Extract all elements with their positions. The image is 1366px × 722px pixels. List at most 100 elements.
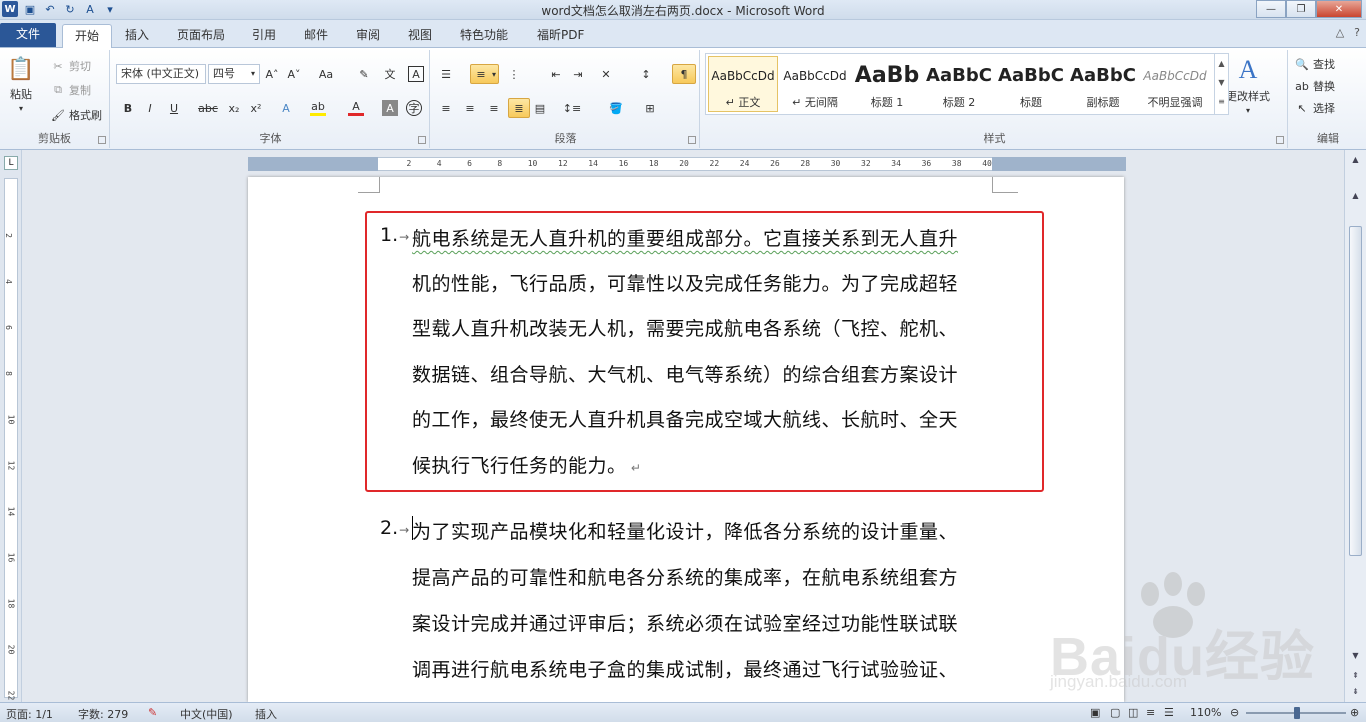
scroll-up-arrow-icon[interactable]: ▲ — [1349, 190, 1362, 203]
tab-review[interactable]: 审阅 — [344, 24, 392, 48]
bullets-button[interactable]: ☰ — [438, 66, 454, 82]
vertical-scrollbar[interactable]: ▲ ▲ ▼ ⇞ ⇟ — [1344, 150, 1366, 702]
select-button[interactable]: ↖ 选择 — [1294, 100, 1335, 116]
minimize-button[interactable]: — — [1256, 0, 1286, 18]
paste-button[interactable]: 📋 粘贴 ▾ — [6, 54, 36, 114]
tab-file[interactable]: 文件 — [0, 23, 56, 47]
vruler-tick-label: 12 — [6, 460, 16, 471]
format-painter-button[interactable]: 🖌 格式刷 — [50, 107, 102, 123]
minimize-ribbon-icon[interactable]: △ — [1336, 26, 1344, 39]
grow-font-button[interactable]: A˄ — [264, 66, 280, 82]
style-normal[interactable]: AaBbCcDd ↵ 正文 — [708, 62, 778, 112]
gallery-scroll[interactable]: ▲ ▼ ≡ — [1214, 54, 1228, 114]
replace-button[interactable]: ab 替换 — [1294, 78, 1335, 94]
scroll-up-arrow-icon[interactable]: ▲ — [1349, 154, 1362, 167]
phonetic-guide-button[interactable]: 文 — [382, 66, 398, 82]
full-screen-view-icon[interactable]: ▢ — [1110, 706, 1120, 719]
draft-view-icon[interactable]: ☰ — [1164, 706, 1174, 719]
find-button[interactable]: 🔍 查找 — [1294, 56, 1335, 72]
tab-foxit-pdf[interactable]: 福昕PDF — [525, 24, 596, 48]
font-size-dropdown[interactable]: 四号 ▾ — [208, 64, 260, 84]
subscript-button[interactable]: x₂ — [226, 100, 242, 116]
bold-button[interactable]: B — [120, 100, 136, 116]
shading-button[interactable]: 🪣 — [608, 100, 624, 116]
highlight-button[interactable]: ab — [310, 100, 326, 116]
zoom-level[interactable]: 110% — [1190, 706, 1221, 719]
font-name-dropdown[interactable]: 宋体 (中文正文) — [116, 64, 206, 84]
scroll-down-arrow-icon[interactable]: ▼ — [1349, 650, 1362, 663]
scrollbar-thumb[interactable] — [1349, 226, 1362, 556]
print-layout-view-icon[interactable]: ▣ — [1090, 706, 1100, 719]
styles-launcher[interactable] — [1276, 136, 1284, 144]
next-page-icon[interactable]: ⇟ — [1349, 686, 1362, 699]
zoom-slider-thumb[interactable] — [1294, 707, 1300, 719]
vertical-ruler[interactable]: 2 4 6 8 10 12 14 16 18 20 22 — [4, 178, 18, 700]
copy-button[interactable]: ⧉ 复制 — [50, 82, 91, 98]
outline-view-icon[interactable]: ≡ — [1146, 706, 1155, 719]
line-spacing-icon: ↕≡ — [562, 101, 582, 115]
tab-insert[interactable]: 插入 — [113, 24, 161, 48]
align-center-button[interactable]: ≡ — [462, 100, 478, 116]
decrease-indent-button[interactable]: ⇤ — [548, 66, 564, 82]
margin-corner-left — [358, 177, 380, 193]
tab-view[interactable]: 视图 — [396, 24, 444, 48]
line-spacing-button[interactable]: ↕≡ — [562, 100, 582, 116]
borders-button[interactable]: ⊞ — [642, 100, 658, 116]
style-heading-2[interactable]: AaBbC 标题 2 — [924, 62, 994, 112]
style-heading-1[interactable]: AaBb 标题 1 — [852, 62, 922, 112]
increase-indent-button[interactable]: ⇥ — [570, 66, 586, 82]
help-icon[interactable]: ? — [1354, 26, 1360, 39]
change-case-button[interactable]: Aa — [318, 66, 334, 82]
cut-button[interactable]: ✂ 剪切 — [50, 58, 91, 74]
web-layout-view-icon[interactable]: ◫ — [1128, 706, 1138, 719]
zoom-in-icon[interactable]: ⊕ — [1350, 706, 1359, 719]
font-size-value: 四号 — [213, 67, 235, 80]
clear-formatting-button[interactable]: ✎ — [356, 66, 372, 82]
shrink-font-button[interactable]: A˅ — [286, 66, 302, 82]
tab-special-features[interactable]: 特色功能 — [448, 24, 520, 48]
style-subtitle[interactable]: AaBbC 副标题 — [1068, 62, 1138, 112]
tab-stop-selector[interactable]: L — [4, 156, 18, 170]
tab-mailings[interactable]: 邮件 — [292, 24, 340, 48]
sort-button[interactable]: ↕ — [638, 66, 654, 82]
paragraph-launcher[interactable] — [688, 136, 696, 144]
tab-references[interactable]: 引用 — [240, 24, 288, 48]
close-button[interactable]: ✕ — [1316, 0, 1362, 18]
font-color-button[interactable]: A — [348, 100, 364, 116]
style-title[interactable]: AaBbC 标题 — [996, 62, 1066, 112]
font-launcher[interactable] — [418, 136, 426, 144]
zoom-out-icon[interactable]: ⊖ — [1230, 706, 1239, 719]
insert-mode[interactable]: 插入 — [255, 706, 277, 722]
justify-button[interactable]: ≣ — [508, 98, 530, 118]
enclose-characters-button[interactable]: 字 — [406, 100, 422, 116]
text-line: 案设计完成并通过评审后；系统必须在试验室经过功能性联试联 — [412, 613, 959, 635]
align-left-button[interactable]: ≡ — [438, 100, 454, 116]
style-subtle-emphasis[interactable]: AaBbCcDd 不明显强调 — [1140, 62, 1210, 112]
tab-page-layout[interactable]: 页面布局 — [165, 24, 237, 48]
change-styles-button[interactable]: A 更改样式 ▾ — [1226, 54, 1270, 115]
superscript-button[interactable]: x² — [248, 100, 264, 116]
maximize-button[interactable]: ❐ — [1286, 0, 1316, 18]
multilevel-list-button[interactable]: ⋮ — [506, 66, 522, 82]
text-line: 的工作，最终使无人直升机具备完成空域大航线、长航时、全天 — [412, 409, 959, 431]
proofing-icon[interactable]: ✎ — [148, 706, 157, 719]
italic-button[interactable]: I — [142, 100, 158, 116]
previous-page-icon[interactable]: ⇞ — [1349, 670, 1362, 683]
show-hide-marks-button[interactable]: ¶ — [672, 64, 696, 84]
tab-home[interactable]: 开始 — [62, 24, 113, 49]
language[interactable]: 中文(中国) — [180, 706, 233, 722]
strikethrough-button[interactable]: abc — [198, 100, 218, 116]
align-right-button[interactable]: ≡ — [486, 100, 502, 116]
character-shading-button[interactable]: A — [382, 100, 398, 116]
underline-button[interactable]: U — [166, 100, 182, 116]
distributed-button[interactable]: ▤ — [532, 100, 548, 116]
chinese-layout-button[interactable]: ✕ — [598, 66, 614, 82]
page-count[interactable]: 页面: 1/1 — [6, 706, 53, 722]
clipboard-launcher[interactable] — [98, 136, 106, 144]
text-effects-button[interactable]: A — [278, 100, 294, 116]
character-border-button[interactable]: A — [408, 66, 424, 82]
vruler-tick-label: 20 — [6, 644, 16, 655]
numbering-button[interactable]: ≡ ▾ — [470, 64, 500, 84]
word-count[interactable]: 字数: 279 — [78, 706, 128, 722]
style-no-spacing[interactable]: AaBbCcDd ↵ 无间隔 — [780, 62, 850, 112]
